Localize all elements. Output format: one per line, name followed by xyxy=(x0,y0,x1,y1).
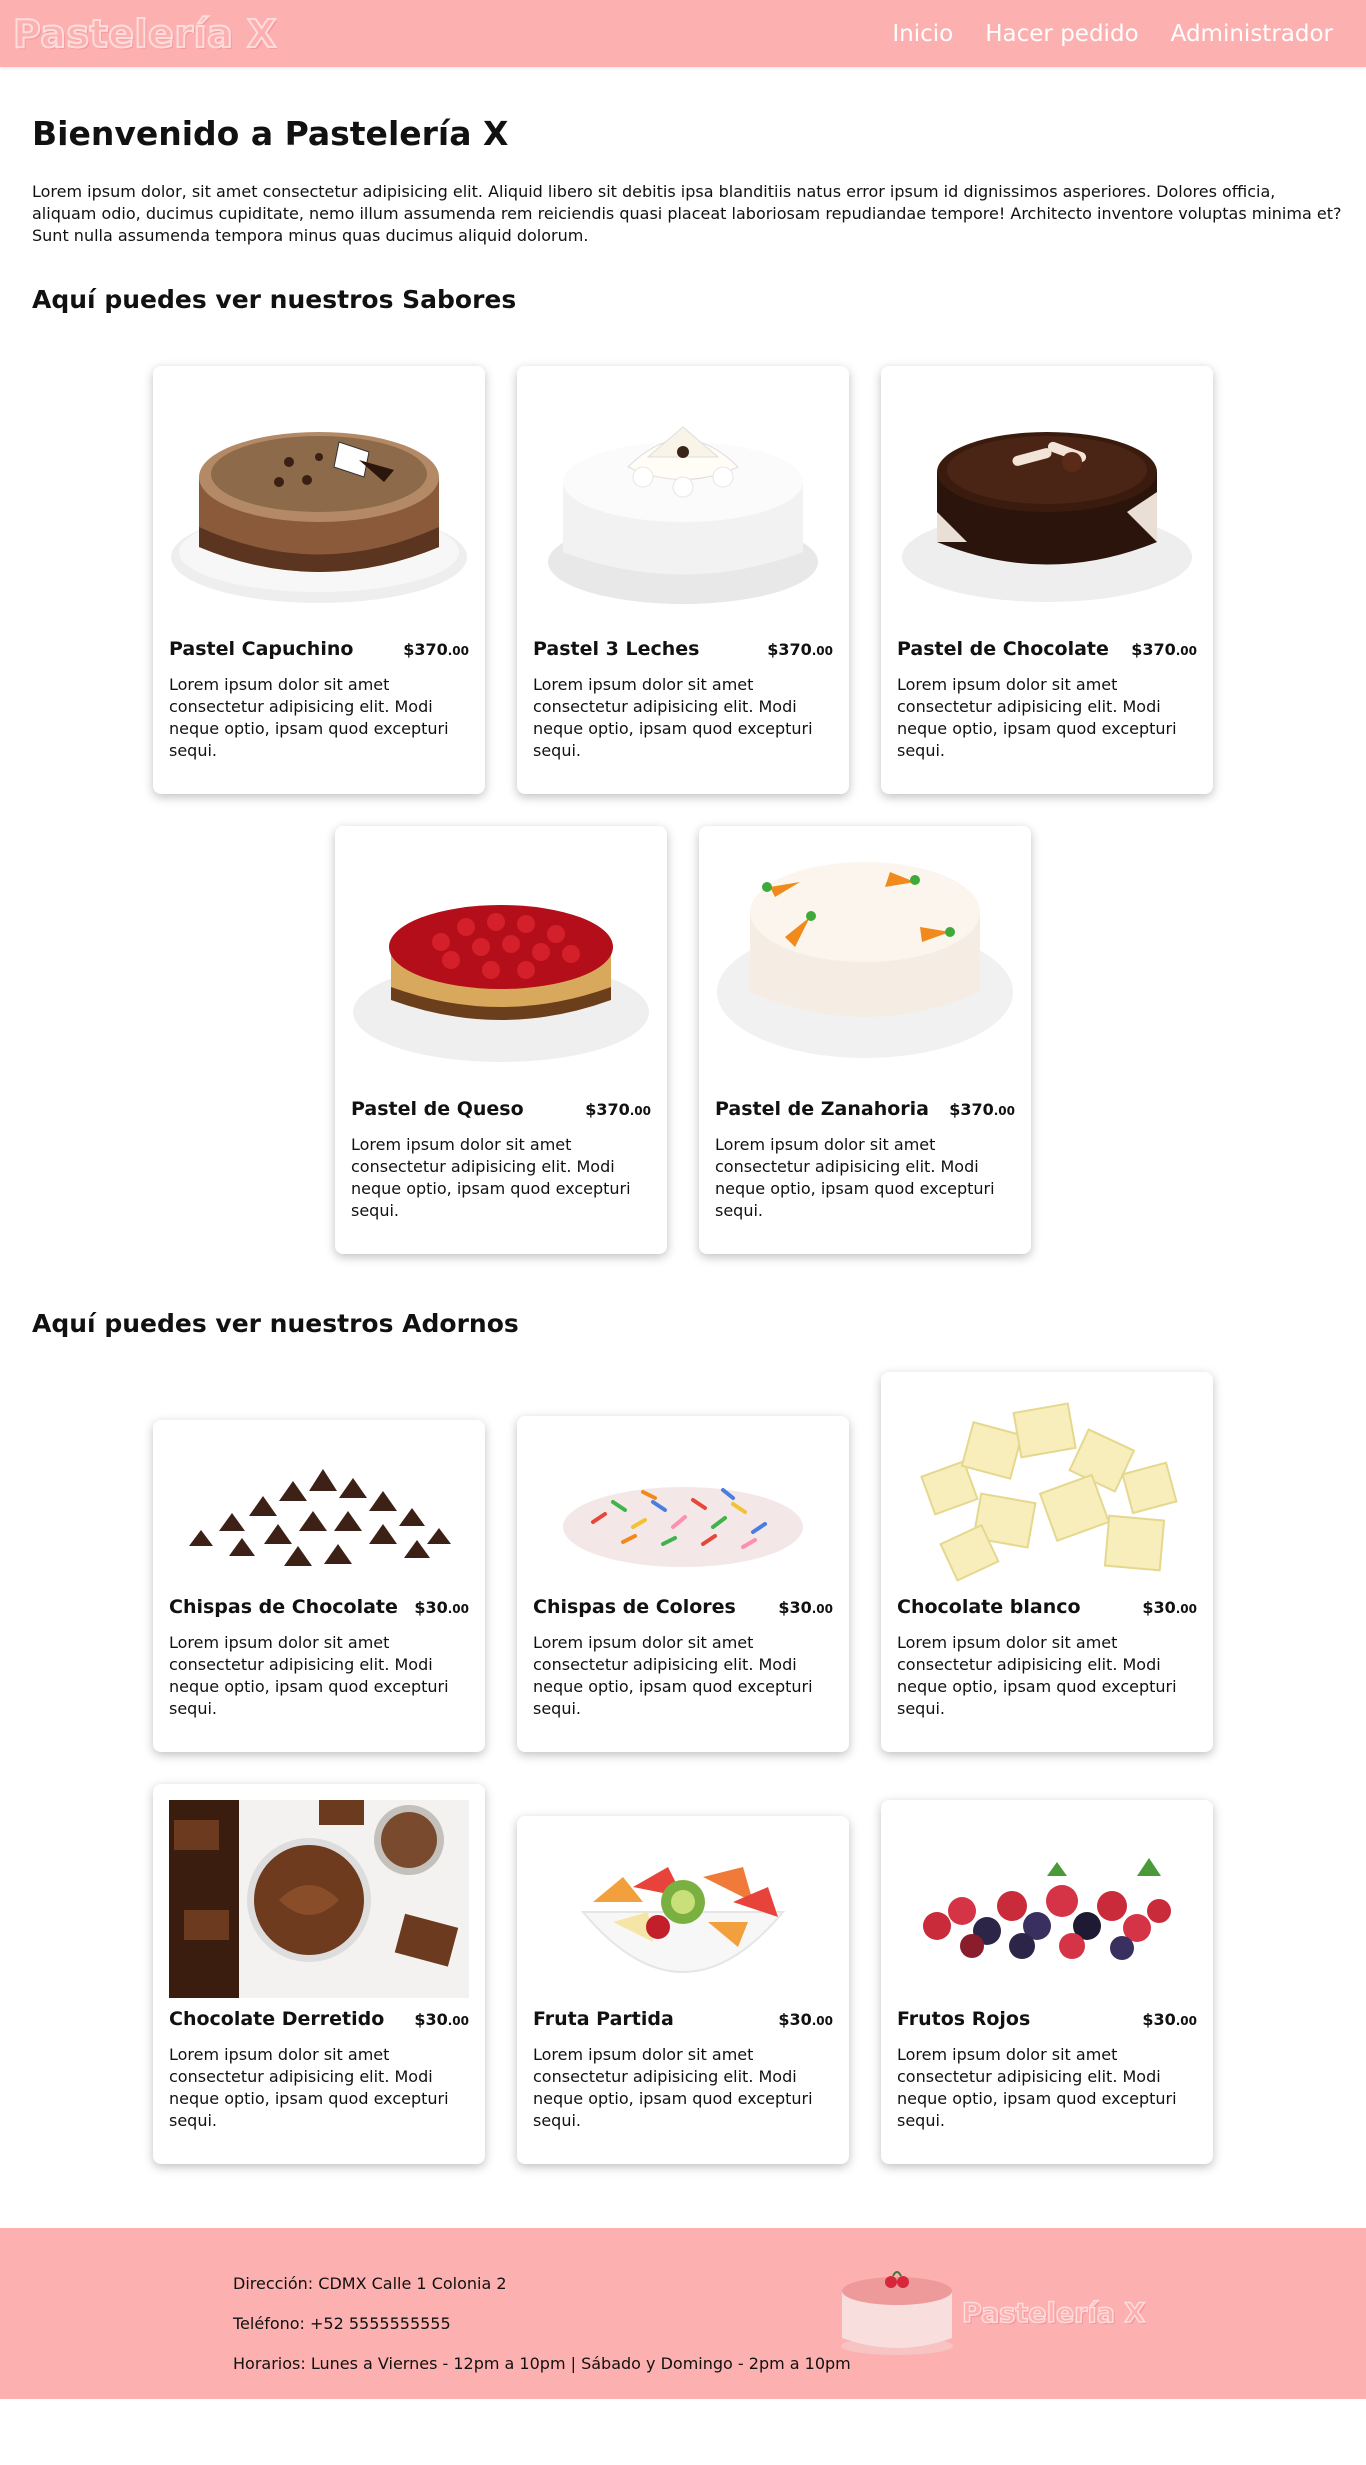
card-header: Pastel 3 Leches $370.00 xyxy=(533,638,833,660)
chocolate-chips-image xyxy=(169,1436,469,1586)
card-description: Lorem ipsum dolor sit amet consectetur a… xyxy=(533,675,813,760)
product-card[interactable]: Chispas de Colores $30.00 Lorem ipsum do… xyxy=(517,1416,849,1752)
card-title: Fruta Partida xyxy=(533,2008,674,2030)
product-card[interactable]: Chispas de Chocolate $30.00 Lorem ipsum … xyxy=(153,1420,485,1752)
card-header: Pastel de Queso $370.00 xyxy=(351,1098,651,1120)
footer-logo: Pastelería X xyxy=(838,2266,1146,2360)
card-header: Pastel Capuchino $370.00 xyxy=(169,638,469,660)
footer-logo-text: Pastelería X xyxy=(961,2297,1146,2330)
card-description: Lorem ipsum dolor sit amet consectetur a… xyxy=(533,2045,813,2130)
footer-phone: Teléfono: +52 5555555555 xyxy=(233,2314,451,2333)
brand-logo[interactable]: Pastelería X xyxy=(12,11,277,57)
card-title: Frutos Rojos xyxy=(897,2008,1031,2030)
nav-links: Inicio Hacer pedido Administrador xyxy=(892,21,1353,47)
card-price: $370.00 xyxy=(767,640,833,659)
card-price: $30.00 xyxy=(414,2010,469,2029)
berries-image xyxy=(897,1816,1197,1998)
footer-address: Dirección: CDMX Calle 1 Colonia 2 xyxy=(233,2274,507,2293)
cheesecake-image xyxy=(351,842,651,1088)
card-header: Fruta Partida $30.00 xyxy=(533,2008,833,2030)
card-description: Lorem ipsum dolor sit amet consectetur a… xyxy=(533,1633,813,1718)
card-title: Chocolate Derretido xyxy=(169,2008,385,2030)
intro-text: Lorem ipsum dolor, sit amet consectetur … xyxy=(32,182,1342,245)
product-card[interactable]: Pastel de Chocolate $370.00 Lorem ipsum … xyxy=(881,366,1213,794)
nav-link-hacer-pedido[interactable]: Hacer pedido xyxy=(985,21,1138,47)
card-header: Pastel de Chocolate $370.00 xyxy=(897,638,1197,660)
card-description: Lorem ipsum dolor sit amet consectetur a… xyxy=(897,675,1177,760)
card-title: Pastel de Chocolate xyxy=(897,638,1109,660)
white-chocolate-image xyxy=(897,1388,1197,1586)
melted-chocolate-image xyxy=(169,1800,469,1998)
card-description: Lorem ipsum dolor sit amet consectetur a… xyxy=(715,1135,995,1220)
card-header: Chocolate Derretido $30.00 xyxy=(169,2008,469,2030)
card-title: Pastel 3 Leches xyxy=(533,638,700,660)
card-title: Pastel de Queso xyxy=(351,1098,524,1120)
product-card[interactable]: Fruta Partida $30.00 Lorem ipsum dolor s… xyxy=(517,1816,849,2164)
product-card[interactable]: Chocolate blanco $30.00 Lorem ipsum dolo… xyxy=(881,1372,1213,1752)
card-price: $370.00 xyxy=(585,1100,651,1119)
product-card[interactable]: Pastel 3 Leches $370.00 Lorem ipsum dolo… xyxy=(517,366,849,794)
card-price: $30.00 xyxy=(778,2010,833,2029)
footer: Dirección: CDMX Calle 1 Colonia 2 Teléfo… xyxy=(0,2228,1366,2399)
page-title: Bienvenido a Pastelería X xyxy=(32,114,509,153)
footer-info: Dirección: CDMX Calle 1 Colonia 2 Teléfo… xyxy=(233,2264,851,2384)
coffee-cake-image xyxy=(169,382,469,628)
card-title: Chispas de Chocolate xyxy=(169,1596,398,1618)
card-price: $30.00 xyxy=(1142,2010,1197,2029)
card-price: $370.00 xyxy=(949,1100,1015,1119)
card-title: Chispas de Colores xyxy=(533,1596,736,1618)
adornos-title: Aquí puedes ver nuestros Adornos xyxy=(32,1309,519,1338)
card-description: Lorem ipsum dolor sit amet consectetur a… xyxy=(169,1633,449,1718)
card-price: $30.00 xyxy=(414,1598,469,1617)
card-title: Chocolate blanco xyxy=(897,1596,1081,1618)
product-card[interactable]: Pastel Capuchino $370.00 Lorem ipsum dol… xyxy=(153,366,485,794)
footer-hours: Horarios: Lunes a Viernes - 12pm a 10pm … xyxy=(233,2354,851,2373)
tres-leches-cake-image xyxy=(533,382,833,628)
card-title: Pastel de Zanahoria xyxy=(715,1098,929,1120)
card-header: Chispas de Colores $30.00 xyxy=(533,1596,833,1618)
product-card[interactable]: Pastel de Zanahoria $370.00 Lorem ipsum … xyxy=(699,826,1031,1254)
adornos-grid: Chispas de Chocolate $30.00 Lorem ipsum … xyxy=(32,1372,1334,2164)
cake-logo-icon xyxy=(838,2266,956,2360)
card-description: Lorem ipsum dolor sit amet consectetur a… xyxy=(897,2045,1177,2130)
sprinkles-image xyxy=(533,1432,833,1586)
product-card[interactable]: Pastel de Queso $370.00 Lorem ipsum dolo… xyxy=(335,826,667,1254)
card-header: Pastel de Zanahoria $370.00 xyxy=(715,1098,1015,1120)
navbar: Pastelería X Inicio Hacer pedido Adminis… xyxy=(0,0,1366,67)
card-header: Frutos Rojos $30.00 xyxy=(897,2008,1197,2030)
card-description: Lorem ipsum dolor sit amet consectetur a… xyxy=(169,675,449,760)
card-price: $370.00 xyxy=(1131,640,1197,659)
card-header: Chispas de Chocolate $30.00 xyxy=(169,1596,469,1618)
chocolate-cake-image xyxy=(897,382,1197,628)
card-description: Lorem ipsum dolor sit amet consectetur a… xyxy=(897,1633,1177,1718)
nav-link-inicio[interactable]: Inicio xyxy=(892,21,953,47)
product-card[interactable]: Chocolate Derretido $30.00 Lorem ipsum d… xyxy=(153,1784,485,2164)
sabores-title: Aquí puedes ver nuestros Sabores xyxy=(32,285,517,314)
nav-link-administrador[interactable]: Administrador xyxy=(1171,21,1333,47)
card-title: Pastel Capuchino xyxy=(169,638,354,660)
card-price: $30.00 xyxy=(1142,1598,1197,1617)
card-header: Chocolate blanco $30.00 xyxy=(897,1596,1197,1618)
card-price: $30.00 xyxy=(778,1598,833,1617)
card-description: Lorem ipsum dolor sit amet consectetur a… xyxy=(169,2045,449,2130)
main-content: Bienvenido a Pastelería X Lorem ipsum do… xyxy=(0,67,1366,2164)
sabores-grid: Pastel Capuchino $370.00 Lorem ipsum dol… xyxy=(32,366,1334,1254)
fruit-bowl-image xyxy=(533,1832,833,1998)
card-price: $370.00 xyxy=(403,640,469,659)
carrot-cake-image xyxy=(715,842,1015,1088)
card-description: Lorem ipsum dolor sit amet consectetur a… xyxy=(351,1135,631,1220)
product-card[interactable]: Frutos Rojos $30.00 Lorem ipsum dolor si… xyxy=(881,1800,1213,2164)
